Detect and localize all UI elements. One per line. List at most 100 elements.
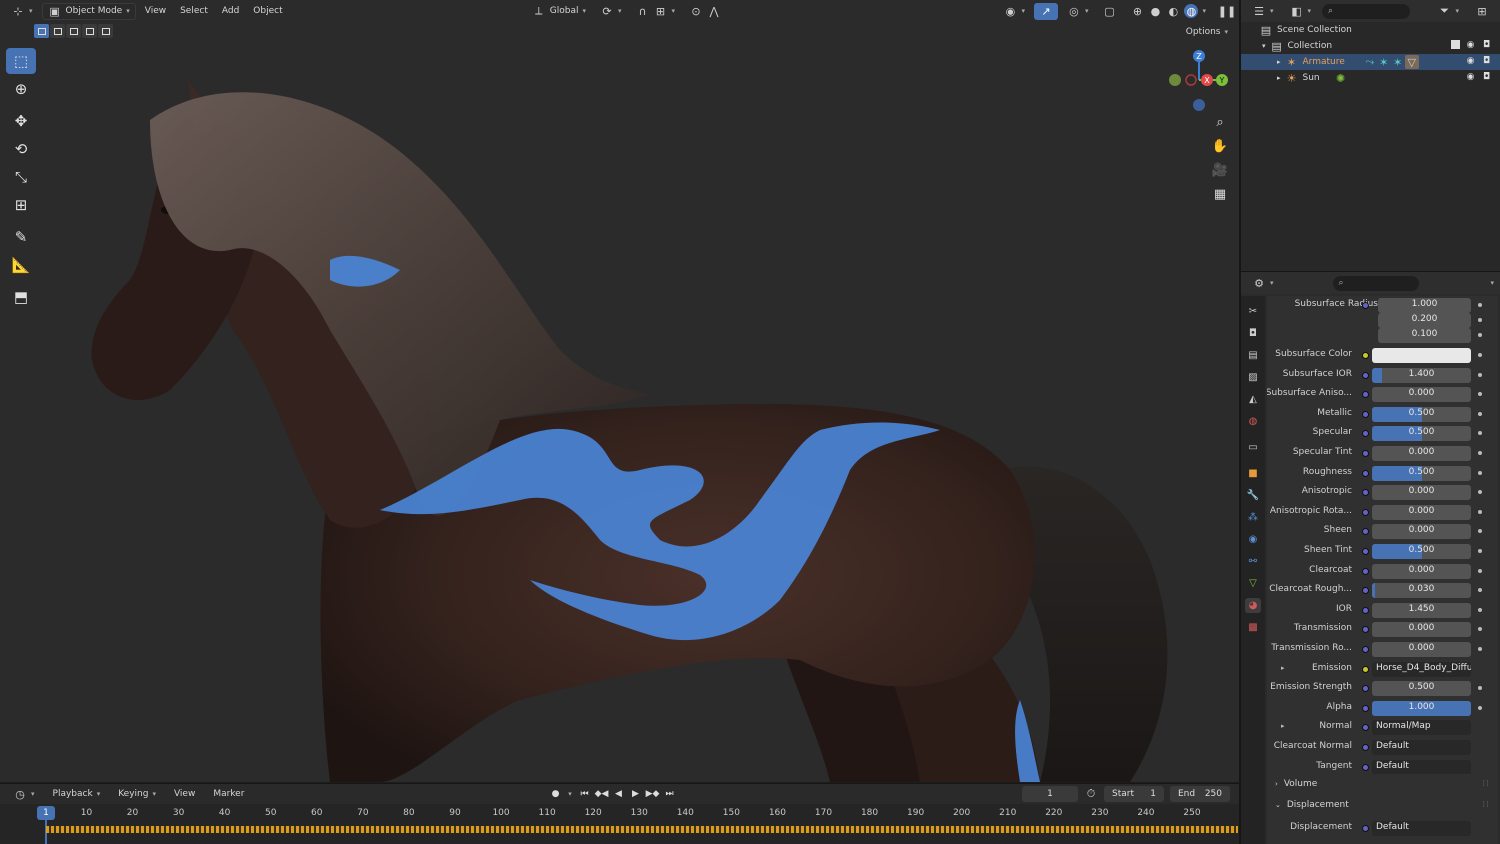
render-tab[interactable]: ◘ <box>1245 326 1261 341</box>
linked-node-field[interactable]: Horse_D4_Body_Diffuse <box>1372 661 1471 677</box>
keyframe-dot[interactable] <box>1478 392 1482 397</box>
record-button[interactable]: ● <box>548 787 563 801</box>
input-socket[interactable] <box>1362 646 1369 653</box>
keyframe-dot[interactable] <box>1478 372 1482 377</box>
modifier-tab[interactable]: 🔧 <box>1245 488 1261 503</box>
keyframe-dot[interactable] <box>1478 490 1482 495</box>
input-socket[interactable] <box>1362 508 1369 516</box>
transform-tool[interactable]: ⊞ <box>6 192 36 218</box>
linked-node-field[interactable]: Default <box>1372 759 1471 775</box>
menu-select[interactable]: Select <box>175 3 213 20</box>
input-socket[interactable] <box>1362 391 1369 399</box>
mode-dropdown[interactable]: ▣ Object Mode ▾ <box>41 2 136 20</box>
constraints-tab[interactable]: ⚯ <box>1245 554 1261 569</box>
outliner-row-scene-collection[interactable]: ▤ Scene Collection <box>1241 22 1500 38</box>
input-socket[interactable] <box>1362 763 1369 771</box>
input-socket[interactable] <box>1362 724 1369 732</box>
collection-checkbox[interactable] <box>1451 40 1460 49</box>
particles-tab[interactable]: ⁂ <box>1245 510 1261 525</box>
select-subtract-button[interactable] <box>66 24 81 38</box>
keyframe-dot[interactable] <box>1478 353 1482 357</box>
armature-render-icon[interactable]: ◘ <box>1481 55 1492 66</box>
value-slider[interactable]: 0.030 <box>1372 583 1471 599</box>
outliner-row-sun[interactable]: ▸ ☀ Sun ✺ ◉ ◘ <box>1241 70 1500 86</box>
input-socket[interactable] <box>1362 450 1369 457</box>
move-tool[interactable]: ✥ <box>6 108 36 134</box>
input-socket[interactable] <box>1362 744 1369 751</box>
sun-expand-icon[interactable]: ▸ <box>1277 74 1281 82</box>
menu-object[interactable]: Object <box>248 3 287 20</box>
play-button[interactable]: ▶ <box>628 787 643 801</box>
orientation-dropdown[interactable]: ⟂ Global ▾ <box>527 3 591 20</box>
next-keyframe-button[interactable]: ▶◆ <box>645 787 660 801</box>
select-box-tool[interactable]: ⬚ <box>6 48 36 74</box>
select-new-button[interactable] <box>34 24 49 38</box>
value-slider[interactable]: 0.000 <box>1372 563 1471 579</box>
proportional-edit-toggle[interactable]: ⊙ ⋀ <box>684 3 726 20</box>
input-socket[interactable] <box>1362 704 1369 712</box>
output-tab[interactable]: ▤ <box>1245 348 1261 363</box>
input-socket[interactable] <box>1362 606 1369 614</box>
menu-keying[interactable]: Keying ▾ <box>113 786 161 803</box>
value-slider[interactable]: 0.000 <box>1372 485 1471 501</box>
world-tab[interactable]: ◍ <box>1245 414 1261 429</box>
input-socket[interactable] <box>1362 548 1369 555</box>
texture-tab[interactable]: ▩ <box>1245 620 1261 635</box>
camera-render-icon[interactable]: ◘ <box>1481 39 1492 50</box>
expand-socket-icon[interactable]: ▸ <box>1281 722 1285 730</box>
sun-eye-icon[interactable]: ◉ <box>1465 71 1476 82</box>
outliner-editor-type[interactable]: ☰ ▾ <box>1247 3 1279 20</box>
pause-render-button[interactable]: ❚❚ <box>1215 3 1239 20</box>
input-socket[interactable] <box>1362 469 1369 477</box>
annotate-tool[interactable]: ✎ <box>6 224 36 250</box>
tool-tab[interactable]: ✂ <box>1245 304 1261 319</box>
measure-tool[interactable]: 📐 <box>6 252 36 278</box>
expand-socket-icon[interactable]: ▸ <box>1281 664 1285 672</box>
displacement-field[interactable]: Default <box>1372 821 1471 836</box>
material-tab[interactable]: ◕ <box>1245 598 1261 613</box>
gizmo-neg-y-axis[interactable] <box>1185 74 1197 86</box>
overlays-toggle[interactable]: ◎ ▾ <box>1062 3 1094 20</box>
collection-expand-icon[interactable]: ▾ <box>1262 42 1266 50</box>
mesh-child-icon[interactable]: ▽ <box>1404 55 1419 69</box>
playhead-frame[interactable]: 1 <box>37 806 55 820</box>
play-reverse-button[interactable]: ◀ <box>611 787 626 801</box>
value-slider[interactable]: 0.000 <box>1372 504 1471 520</box>
editor-type-button[interactable]: ⊹ ▾ <box>6 3 38 20</box>
linked-node-field[interactable]: Normal/Map <box>1372 720 1471 736</box>
filter-dropdown[interactable]: ⏷ ▾ <box>1432 3 1464 20</box>
wireframe-shading-icon[interactable]: ⊕ <box>1130 4 1144 18</box>
3d-viewport[interactable]: ⊹ ▾ ▣ Object Mode ▾ View Select Add Object … <box>0 0 1239 782</box>
input-socket[interactable] <box>1362 567 1369 575</box>
keyframe-dot[interactable] <box>1478 705 1482 710</box>
subsurface-radius-x-field[interactable]: 1.000 <box>1378 298 1471 313</box>
value-slider[interactable]: 0.000 <box>1372 622 1471 638</box>
outliner-row-armature[interactable]: ▸ ✶ Armature ⤳ ✶ ✶ ▽ ◉ ◘ <box>1241 54 1500 70</box>
input-socket[interactable] <box>1362 587 1369 595</box>
shading-modes[interactable]: ⊕ ● ◐ ◍ ▾ <box>1125 3 1211 20</box>
menu-add[interactable]: Add <box>217 3 244 20</box>
jump-start-button[interactable]: ⏮ <box>577 787 592 801</box>
sun-data-icon[interactable]: ✺ <box>1334 71 1348 85</box>
gizmo-toggle[interactable]: ↗ <box>1033 2 1058 20</box>
scale-tool[interactable]: ⤡ <box>6 164 36 190</box>
select-intersect-button[interactable] <box>98 24 113 38</box>
subsurface-radius-z-keyframe[interactable] <box>1478 333 1482 337</box>
jump-end-button[interactable]: ⏭ <box>662 787 677 801</box>
eye-icon[interactable]: ◉ <box>1465 39 1476 50</box>
prev-keyframe-button[interactable]: ◆◀ <box>594 787 609 801</box>
display-mode-dropdown[interactable]: ◧ ▾ <box>1285 3 1317 20</box>
start-frame-field[interactable]: Start 1 <box>1104 786 1164 802</box>
pivot-dropdown[interactable]: ⟳ ▾ <box>595 3 627 20</box>
record-options[interactable]: ▾ <box>565 787 575 801</box>
keyframe-dot[interactable] <box>1478 686 1482 691</box>
new-collection-button[interactable]: ⊞ <box>1470 3 1494 20</box>
properties-editor-type[interactable]: ⚙ ▾ <box>1247 275 1279 292</box>
perspective-toggle[interactable]: ▦ <box>1210 186 1230 203</box>
value-slider[interactable]: 0.500 <box>1372 406 1471 422</box>
value-slider[interactable]: 1.000 <box>1372 700 1471 716</box>
camera-view-button[interactable]: 🎥 <box>1210 162 1230 179</box>
data-tab[interactable]: ▽ <box>1245 576 1261 591</box>
keyframe-dot[interactable] <box>1478 647 1482 651</box>
color-swatch[interactable] <box>1372 348 1471 363</box>
